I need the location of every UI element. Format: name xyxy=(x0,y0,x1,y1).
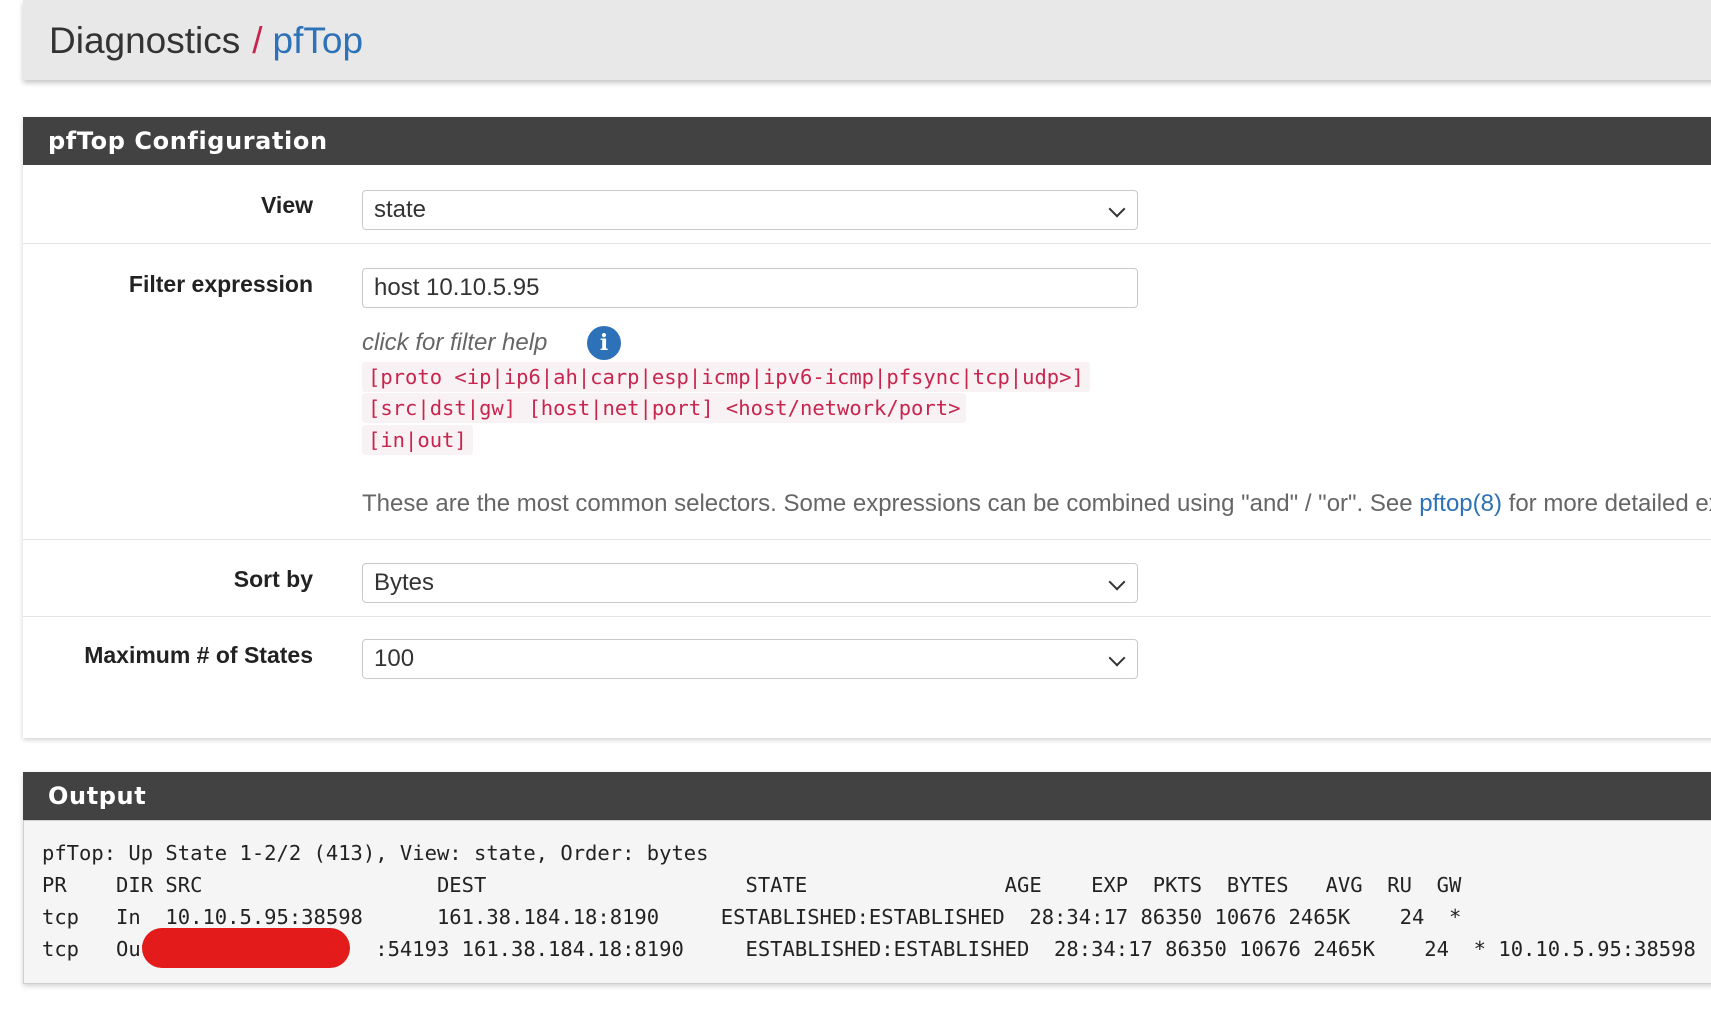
breadcrumb: Diagnostics / pfTop xyxy=(49,18,363,64)
filter-expression-input[interactable] xyxy=(362,268,1138,308)
view-select[interactable]: state xyxy=(362,190,1138,230)
filter-syntax-proto: [proto <ip|ip6|ah|carp|esp|icmp|ipv6-icm… xyxy=(362,362,1090,392)
help-text-start: These are the most common selectors. Som… xyxy=(362,490,1420,517)
pftop-man-link[interactable]: pftop(8) xyxy=(1419,490,1502,517)
sort-row: Sort by Bytes xyxy=(23,539,1711,617)
max-states-select[interactable]: 100 xyxy=(362,639,1138,679)
max-states-select-value: 100 xyxy=(374,645,415,672)
sort-select[interactable]: Bytes xyxy=(362,563,1138,603)
output-summary-line: pfTop: Up State 1-2/2 (413), View: state… xyxy=(42,841,709,865)
breadcrumb-pftop[interactable]: pfTop xyxy=(273,20,364,61)
redaction-mark xyxy=(142,928,350,968)
filter-label: Filter expression xyxy=(128,271,313,297)
filter-syntax-direction: [in|out] xyxy=(362,425,473,455)
max-states-label: Maximum # of States xyxy=(84,642,313,668)
view-select-value: state xyxy=(374,196,427,223)
view-row: View state xyxy=(23,165,1711,243)
filter-help-text: These are the most common selectors. Som… xyxy=(362,490,1711,518)
max-states-row: Maximum # of States 100 xyxy=(23,616,1711,693)
config-panel-title: pfTop Configuration xyxy=(23,117,1711,165)
page: Diagnostics / pfTop pfTop Configuration Vi… xyxy=(0,0,1711,1020)
chevron-down-icon xyxy=(1108,649,1126,667)
output-header-line: PR DIR SRC DEST STATE AGE EXP PKTS BYTES… xyxy=(42,873,1462,897)
config-panel: pfTop Configuration View state Filter ex… xyxy=(23,117,1711,738)
output-panel-title: Output xyxy=(23,772,1711,820)
filter-row: Filter expression click for filter help … xyxy=(23,243,1711,540)
chevron-down-icon xyxy=(1108,573,1126,591)
chevron-down-icon xyxy=(1108,200,1126,218)
filter-help-link[interactable]: click for filter help xyxy=(362,329,547,357)
info-icon[interactable]: i xyxy=(587,326,621,360)
breadcrumb-separator: / xyxy=(252,20,263,61)
filter-syntax-host: [src|dst|gw] [host|net|port] <host/netwo… xyxy=(362,393,967,423)
sort-select-value: Bytes xyxy=(374,569,435,596)
breadcrumb-bar: Diagnostics / pfTop xyxy=(23,0,1711,80)
view-label: View xyxy=(261,192,313,218)
help-text-end: for more detailed expression syntax. xyxy=(1508,490,1711,517)
breadcrumb-diagnostics[interactable]: Diagnostics xyxy=(49,20,240,61)
sort-label: Sort by xyxy=(233,566,313,592)
